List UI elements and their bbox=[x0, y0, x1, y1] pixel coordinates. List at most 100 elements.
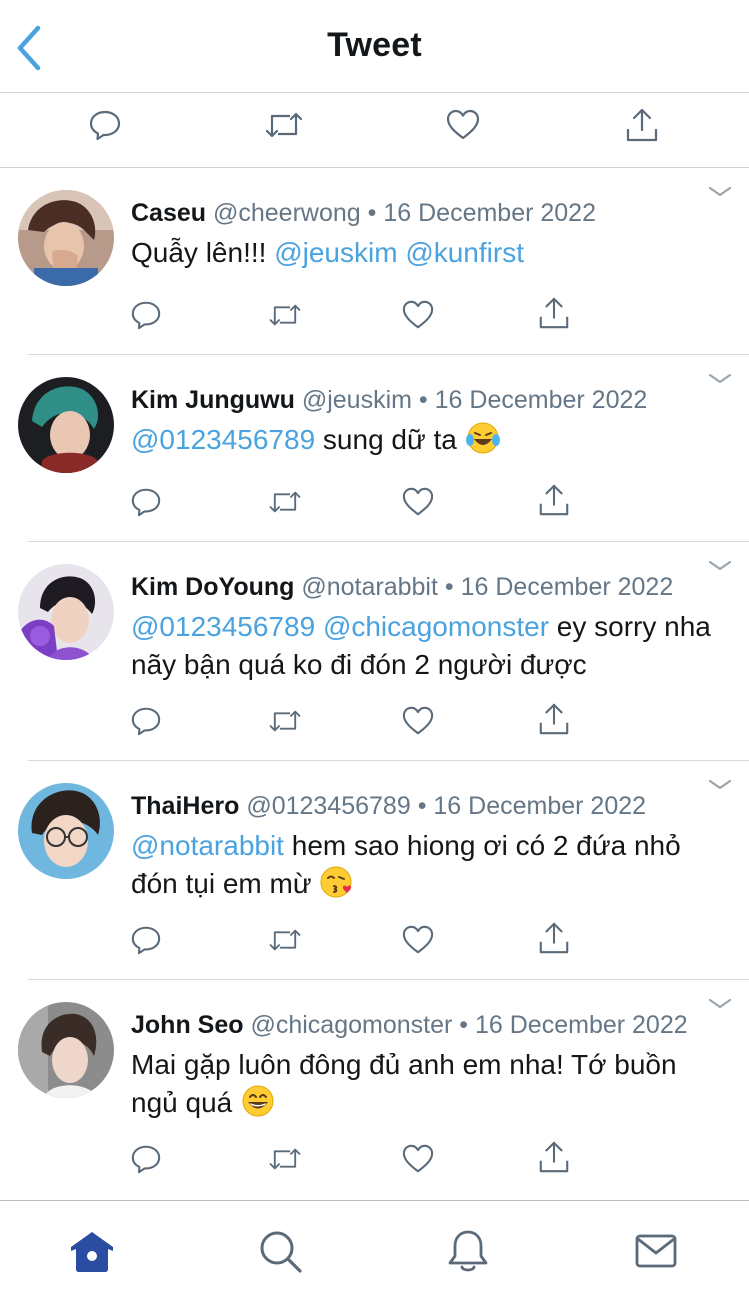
like-icon bbox=[402, 925, 434, 954]
page-title: Tweet bbox=[327, 26, 422, 64]
tab-search[interactable] bbox=[256, 1227, 304, 1275]
chevron-down-icon[interactable] bbox=[707, 996, 733, 1012]
share-button[interactable] bbox=[537, 702, 571, 736]
top-navigation-bar: Tweet bbox=[0, 0, 749, 93]
user-handle[interactable]: @jeuskim bbox=[302, 386, 412, 414]
like-button[interactable] bbox=[401, 485, 435, 519]
retweet-button[interactable] bbox=[268, 1142, 302, 1176]
retweet-icon bbox=[269, 1148, 301, 1170]
user-handle[interactable]: @chicagomonster bbox=[250, 1011, 452, 1039]
reply-text: @0123456789 sung dữ ta bbox=[131, 421, 711, 459]
reply-button[interactable] bbox=[129, 923, 163, 957]
share-icon bbox=[539, 484, 569, 516]
tab-notifications[interactable] bbox=[444, 1227, 492, 1275]
retweet-button[interactable] bbox=[268, 704, 302, 738]
reply-item[interactable]: Kim DoYoung @notarabbit • 16 December 20… bbox=[0, 542, 749, 761]
mail-icon bbox=[635, 1234, 677, 1268]
text-segment bbox=[315, 611, 323, 642]
reply-button[interactable] bbox=[129, 485, 163, 519]
laughing-tears-emoji bbox=[465, 422, 500, 454]
main-reply-button[interactable] bbox=[85, 105, 125, 145]
share-button[interactable] bbox=[537, 483, 571, 517]
share-icon bbox=[539, 1141, 569, 1173]
avatar[interactable] bbox=[18, 377, 114, 473]
share-button[interactable] bbox=[537, 921, 571, 955]
reply-date: 16 December 2022 bbox=[383, 199, 596, 227]
avatar[interactable] bbox=[18, 783, 114, 879]
mention-link[interactable]: @chicagomonster bbox=[323, 611, 549, 642]
mention-link[interactable]: @0123456789 bbox=[131, 611, 315, 642]
reply-meta: John Seo @chicagomonster • 16 December 2… bbox=[131, 1010, 688, 1040]
retweet-button[interactable] bbox=[268, 298, 302, 332]
avatar[interactable] bbox=[18, 564, 114, 660]
separator-dot: • bbox=[444, 573, 454, 601]
separator-dot: • bbox=[418, 386, 428, 414]
user-handle[interactable]: @0123456789 bbox=[246, 792, 410, 820]
main-share-button[interactable] bbox=[622, 105, 662, 145]
share-icon bbox=[539, 297, 569, 329]
display-name[interactable]: Kim Junguwu bbox=[131, 386, 295, 414]
reply-meta: ThaiHero @0123456789 • 16 December 2022 bbox=[131, 791, 646, 821]
tab-messages[interactable] bbox=[632, 1227, 680, 1275]
retweet-icon bbox=[269, 929, 301, 951]
reply-text: Mai gặp luôn đông đủ anh em nha! Tớ buồn… bbox=[131, 1046, 711, 1122]
reply-icon bbox=[131, 488, 161, 517]
reply-button[interactable] bbox=[129, 704, 163, 738]
share-button[interactable] bbox=[537, 296, 571, 330]
share-button[interactable] bbox=[537, 1140, 571, 1174]
reply-date: 16 December 2022 bbox=[433, 792, 647, 820]
reply-item[interactable]: Kim Junguwu @jeuskim • 16 December 2022 … bbox=[0, 355, 749, 542]
reply-text: @0123456789 @chicagomonster ey sorry nha… bbox=[131, 608, 711, 684]
reply-item[interactable]: ThaiHero @0123456789 • 16 December 2022 … bbox=[0, 761, 749, 980]
reply-icon bbox=[131, 707, 161, 736]
reply-button[interactable] bbox=[129, 1142, 163, 1176]
display-name[interactable]: John Seo bbox=[131, 1011, 244, 1039]
like-icon bbox=[402, 487, 434, 516]
reply-button[interactable] bbox=[129, 298, 163, 332]
retweet-button[interactable] bbox=[268, 485, 302, 519]
retweet-button[interactable] bbox=[268, 923, 302, 957]
main-retweet-button[interactable] bbox=[264, 105, 304, 145]
home-icon bbox=[71, 1232, 113, 1272]
reply-meta: Kim DoYoung @notarabbit • 16 December 20… bbox=[131, 572, 673, 602]
avatar[interactable] bbox=[18, 190, 114, 286]
main-like-button[interactable] bbox=[443, 105, 483, 145]
retweet-icon bbox=[265, 112, 303, 138]
display-name[interactable]: ThaiHero bbox=[131, 792, 239, 820]
bottom-tab-bar bbox=[0, 1200, 749, 1299]
main-tweet-action-bar bbox=[0, 93, 749, 168]
avatar[interactable] bbox=[18, 1002, 114, 1098]
mention-link[interactable]: @notarabbit bbox=[131, 830, 284, 861]
retweet-icon bbox=[269, 304, 301, 326]
reply-item[interactable]: John Seo @chicagomonster • 16 December 2… bbox=[0, 980, 749, 1200]
display-name[interactable]: Caseu bbox=[131, 199, 206, 227]
like-button[interactable] bbox=[401, 923, 435, 957]
share-icon bbox=[539, 703, 569, 735]
chevron-down-icon[interactable] bbox=[707, 184, 733, 200]
display-name[interactable]: Kim DoYoung bbox=[131, 573, 294, 601]
mention-link[interactable]: @jeuskim bbox=[274, 237, 397, 268]
reply-date: 16 December 2022 bbox=[434, 386, 648, 414]
tab-home[interactable] bbox=[68, 1227, 116, 1275]
like-icon bbox=[402, 300, 434, 329]
like-button[interactable] bbox=[401, 1142, 435, 1176]
separator-dot: • bbox=[459, 1011, 469, 1039]
user-handle[interactable]: @cheerwong bbox=[213, 199, 361, 227]
like-icon bbox=[446, 109, 480, 140]
chevron-down-icon[interactable] bbox=[707, 371, 733, 387]
text-segment: Mai gặp luôn đông đủ anh em nha! Tớ buồn… bbox=[131, 1049, 677, 1118]
mention-link[interactable]: @0123456789 bbox=[131, 424, 315, 455]
chevron-down-icon[interactable] bbox=[707, 558, 733, 574]
mention-link[interactable]: @kunfirst bbox=[405, 237, 524, 268]
user-handle[interactable]: @notarabbit bbox=[301, 573, 438, 601]
like-icon bbox=[402, 706, 434, 735]
reply-item[interactable]: Caseu @cheerwong • 16 December 2022 Quẫy… bbox=[0, 168, 749, 355]
reply-icon bbox=[131, 926, 161, 955]
reply-meta: Caseu @cheerwong • 16 December 2022 bbox=[131, 198, 596, 228]
reply-icon bbox=[131, 1145, 161, 1174]
like-button[interactable] bbox=[401, 704, 435, 738]
retweet-icon bbox=[269, 710, 301, 732]
chevron-down-icon[interactable] bbox=[707, 777, 733, 793]
share-icon bbox=[539, 922, 569, 954]
like-button[interactable] bbox=[401, 298, 435, 332]
